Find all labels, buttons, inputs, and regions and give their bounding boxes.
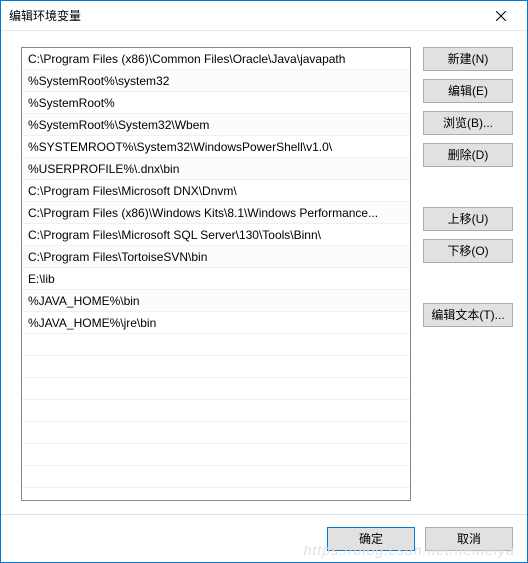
button-column: 新建(N) 编辑(E) 浏览(B)... 删除(D) 上移(U) 下移(O) 编… — [423, 47, 513, 504]
spacer — [423, 175, 513, 199]
footer: 确定 取消 https://blog.csdn.net/heiheiya — [1, 514, 527, 562]
list-item[interactable]: C:\Program Files\TortoiseSVN\bin — [22, 246, 410, 268]
delete-button[interactable]: 删除(D) — [423, 143, 513, 167]
dialog-window: 编辑环境变量 C:\Program Files (x86)\Common Fil… — [0, 0, 528, 563]
movedown-button[interactable]: 下移(O) — [423, 239, 513, 263]
list-empty-row — [22, 444, 410, 466]
list-item[interactable]: %USERPROFILE%\.dnx\bin — [22, 158, 410, 180]
content-area: C:\Program Files (x86)\Common Files\Orac… — [1, 31, 527, 514]
titlebar: 编辑环境变量 — [1, 1, 527, 31]
list-item[interactable]: %SYSTEMROOT%\System32\WindowsPowerShell\… — [22, 136, 410, 158]
list-item[interactable]: %SystemRoot%\system32 — [22, 70, 410, 92]
browse-button[interactable]: 浏览(B)... — [423, 111, 513, 135]
list-item[interactable]: %SystemRoot%\System32\Wbem — [22, 114, 410, 136]
list-empty-row — [22, 422, 410, 444]
list-empty-row — [22, 466, 410, 488]
edittext-button[interactable]: 编辑文本(T)... — [423, 303, 513, 327]
list-item[interactable]: C:\Program Files (x86)\Common Files\Orac… — [22, 48, 410, 70]
list-container: C:\Program Files (x86)\Common Files\Orac… — [21, 47, 411, 504]
list-empty-row — [22, 334, 410, 356]
list-item[interactable]: C:\Program Files (x86)\Windows Kits\8.1\… — [22, 202, 410, 224]
ok-button[interactable]: 确定 — [327, 527, 415, 551]
list-item[interactable]: %JAVA_HOME%\jre\bin — [22, 312, 410, 334]
path-listbox[interactable]: C:\Program Files (x86)\Common Files\Orac… — [21, 47, 411, 501]
list-item[interactable]: %SystemRoot% — [22, 92, 410, 114]
edit-button[interactable]: 编辑(E) — [423, 79, 513, 103]
cancel-button[interactable]: 取消 — [425, 527, 513, 551]
close-button[interactable] — [478, 1, 523, 30]
list-item[interactable]: %JAVA_HOME%\bin — [22, 290, 410, 312]
window-title: 编辑环境变量 — [9, 7, 478, 24]
list-item[interactable]: C:\Program Files\Microsoft SQL Server\13… — [22, 224, 410, 246]
list-empty-row — [22, 400, 410, 422]
list-empty-row — [22, 378, 410, 400]
list-item[interactable]: C:\Program Files\Microsoft DNX\Dnvm\ — [22, 180, 410, 202]
list-item[interactable]: E:\lib — [22, 268, 410, 290]
close-icon — [496, 11, 506, 21]
list-empty-row — [22, 356, 410, 378]
new-button[interactable]: 新建(N) — [423, 47, 513, 71]
spacer — [423, 271, 513, 295]
moveup-button[interactable]: 上移(U) — [423, 207, 513, 231]
